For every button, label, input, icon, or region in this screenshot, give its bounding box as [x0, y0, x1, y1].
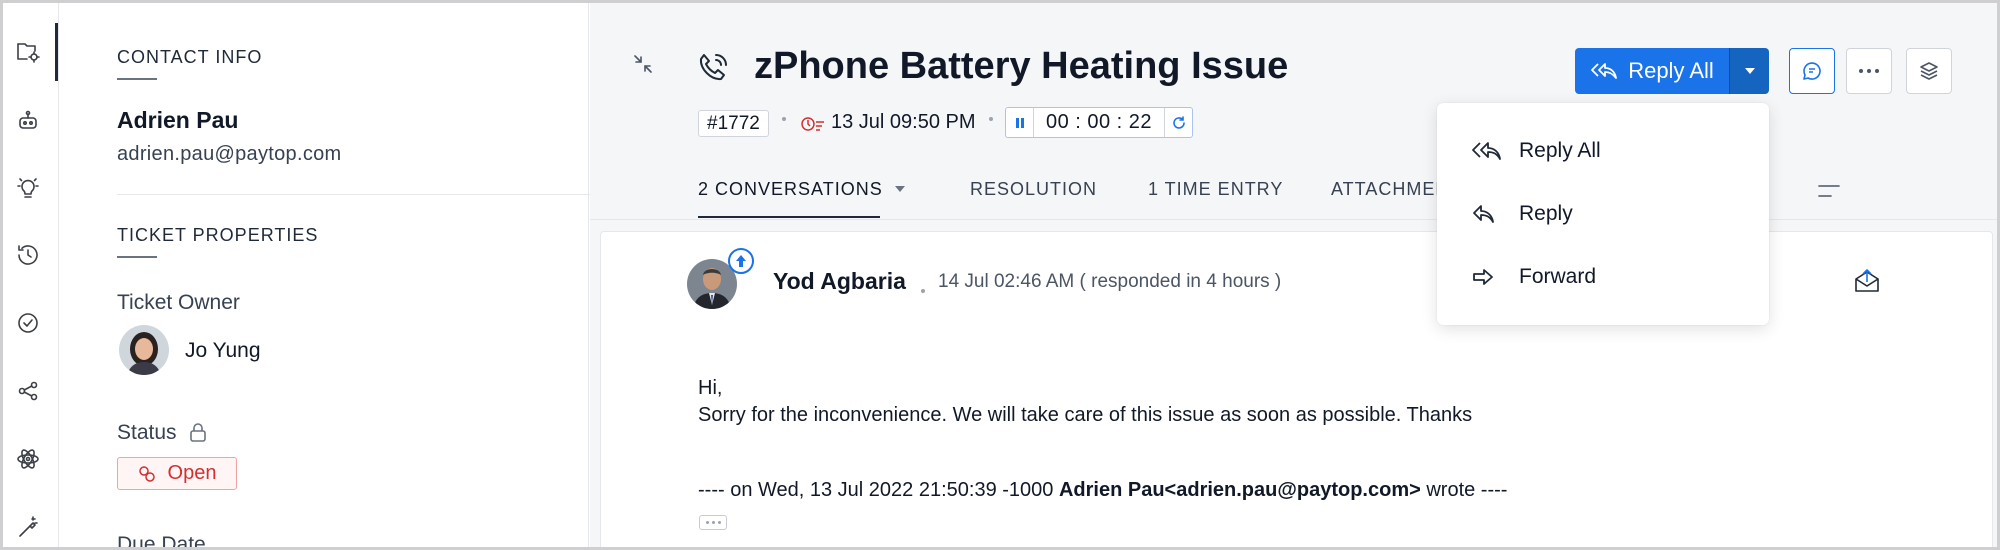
forward-icon	[1471, 265, 1505, 289]
show-quoted-button[interactable]	[699, 515, 727, 530]
bot-icon[interactable]	[13, 105, 43, 135]
contact-info-heading: CONTACT INFO	[117, 47, 263, 67]
responded-badge	[728, 248, 754, 274]
menu-lines-icon[interactable]	[1816, 181, 1842, 201]
comment-icon	[1803, 62, 1821, 80]
tab-time-entry[interactable]: 1 TIME ENTRY	[1148, 179, 1283, 200]
more-dots-icon	[1859, 69, 1879, 73]
ticket-timer: 00 : 00 : 22	[1005, 107, 1193, 138]
arrow-up-icon	[736, 255, 746, 267]
status-icon	[138, 465, 155, 482]
reply-icon	[1471, 202, 1505, 226]
layers-button[interactable]	[1906, 48, 1952, 94]
menu-item-label: Reply All	[1519, 139, 1601, 162]
menu-item-reply-all[interactable]: Reply All	[1437, 123, 1769, 179]
pause-button[interactable]	[1006, 108, 1034, 137]
menu-item-label: Reply	[1519, 202, 1573, 225]
reply-dropdown-menu: Reply All Reply Forward	[1437, 103, 1769, 325]
section-divider	[117, 194, 605, 195]
reply-all-label: Reply All	[1628, 58, 1714, 83]
bulb-icon[interactable]	[13, 173, 43, 203]
ticket-properties-heading: TICKET PROPERTIES	[117, 225, 319, 245]
quoted-header: ---- on Wed, 13 Jul 2022 21:50:39 -1000 …	[698, 479, 1507, 502]
status-value: Open	[167, 462, 217, 484]
reply-all-icon	[1591, 63, 1618, 79]
reset-timer-button[interactable]	[1164, 108, 1192, 137]
menu-item-forward[interactable]: Forward	[1437, 249, 1769, 305]
reply-all-icon	[1471, 139, 1505, 163]
history-icon[interactable]	[13, 240, 43, 270]
mail-outgoing-icon[interactable]	[1853, 267, 1881, 295]
owner-avatar	[119, 325, 169, 375]
lock-icon	[189, 423, 207, 443]
sender-name[interactable]: Yod Agbaria	[773, 268, 906, 295]
pause-icon	[1015, 117, 1024, 128]
reply-all-button[interactable]: Reply All	[1575, 48, 1729, 94]
ticket-title: zPhone Battery Heating Issue	[754, 45, 1289, 87]
separator-dot	[921, 289, 925, 293]
more-options-button[interactable]	[1846, 48, 1892, 94]
check-circle-icon[interactable]	[13, 308, 43, 338]
tab-resolution[interactable]: RESOLUTION	[970, 179, 1097, 200]
app-window: CONTACT INFO Adrien Pau adrien.pau@payto…	[0, 0, 2000, 550]
integrations-icon[interactable]	[13, 444, 43, 474]
ticket-id[interactable]: #1772	[698, 110, 769, 137]
ticket-properties-icon[interactable]	[13, 37, 43, 67]
message-body: Sorry for the inconvenience. We will tak…	[698, 404, 1473, 426]
collapse-icon[interactable]	[632, 53, 654, 75]
due-date-label: Due Date	[117, 533, 206, 550]
phone-channel-icon	[696, 51, 730, 85]
message-greeting: Hi,	[698, 377, 723, 399]
ticket-properties-underline	[117, 256, 157, 258]
separator-dot	[989, 117, 993, 121]
rail-active-indicator	[55, 23, 58, 81]
status-label: Status	[117, 421, 177, 444]
refresh-icon	[1172, 115, 1185, 129]
menu-item-reply[interactable]: Reply	[1437, 186, 1769, 242]
share-icon[interactable]	[13, 376, 43, 406]
tabs-divider	[590, 219, 1997, 220]
tab-conversations[interactable]: 2 CONVERSATIONS	[698, 179, 883, 200]
due-clock-icon	[800, 115, 826, 133]
chevron-down-icon[interactable]	[895, 186, 905, 192]
caret-down-icon	[1744, 68, 1755, 74]
timer-value: 00 : 00 : 22	[1045, 111, 1153, 133]
quote-prefix: ---- on Wed, 13 Jul 2022 21:50:39 -1000	[698, 479, 1059, 501]
menu-item-label: Forward	[1519, 265, 1597, 288]
ticket-owner-label: Ticket Owner	[117, 291, 240, 314]
status-badge[interactable]: Open	[117, 457, 237, 490]
separator-dot	[782, 117, 786, 121]
due-time: 13 Jul 09:50 PM	[831, 111, 976, 133]
contact-name[interactable]: Adrien Pau	[117, 107, 238, 134]
left-rail	[3, 3, 59, 547]
layers-icon	[1920, 62, 1938, 80]
contact-email[interactable]: adrien.pau@paytop.com	[117, 143, 342, 166]
contact-info-underline	[117, 78, 157, 80]
message-time: 14 Jul 02:46 AM ( responded in 4 hours )	[938, 271, 1282, 292]
active-tab-underline	[698, 216, 880, 218]
reply-options-toggle[interactable]	[1729, 48, 1769, 94]
magic-wand-icon[interactable]	[13, 512, 43, 542]
comment-button[interactable]	[1789, 48, 1835, 94]
quote-suffix: wrote ----	[1420, 479, 1508, 501]
quote-author: Adrien Pau<adrien.pau@paytop.com>	[1058, 479, 1421, 501]
owner-name[interactable]: Jo Yung	[185, 339, 261, 363]
properties-panel: CONTACT INFO Adrien Pau adrien.pau@payto…	[59, 3, 605, 550]
